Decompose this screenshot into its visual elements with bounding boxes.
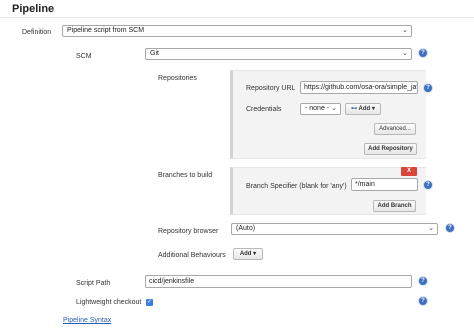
caret-down-icon: ▾: [371, 106, 375, 112]
add-branch-button[interactable]: Add Branch: [373, 200, 416, 212]
key-icon: ⊷: [351, 106, 358, 112]
repo-browser-select-value: (Auto): [236, 225, 256, 232]
scm-select[interactable]: Git ⌄: [145, 48, 412, 60]
chevron-down-icon: ⌄: [402, 50, 408, 57]
repositories-label: Repositories: [158, 75, 197, 82]
chevron-down-icon: ⌄: [402, 27, 408, 34]
additional-behaviours-label: Additional Behaviours: [158, 252, 226, 259]
credentials-select[interactable]: - none - ⌄: [300, 103, 341, 115]
add-repository-button[interactable]: Add Repository: [364, 143, 417, 155]
repo-url-label: Repository URL: [246, 85, 296, 92]
lightweight-checkout-label: Lightweight checkout: [76, 299, 142, 306]
repo-url-help-icon[interactable]: ?: [424, 84, 432, 92]
repo-browser-help-icon[interactable]: ?: [446, 224, 454, 232]
repo-browser-label: Repository browser: [158, 228, 219, 235]
scm-label: SCM: [76, 53, 92, 60]
scm-help-icon[interactable]: ?: [419, 49, 427, 57]
page-title: Pipeline: [12, 3, 55, 15]
delete-branch-button[interactable]: X: [401, 167, 417, 176]
script-path-help-icon[interactable]: ?: [419, 277, 427, 285]
lightweight-checkout-checkbox[interactable]: ✓: [146, 299, 153, 306]
definition-select-value: Pipeline script from SCM: [67, 27, 145, 34]
title-divider: [0, 17, 474, 18]
script-path-input[interactable]: cicd/jenkinsfile: [145, 275, 412, 288]
definition-label: Definition: [22, 29, 52, 36]
repo-url-input[interactable]: https://github.com/osa-ora/simple_java: [300, 81, 418, 94]
chevron-down-icon: ⌄: [428, 225, 434, 232]
pipeline-syntax-link[interactable]: Pipeline Syntax: [63, 317, 111, 324]
credentials-select-value: - none -: [305, 105, 330, 112]
additional-behaviours-add-label: Add: [239, 251, 252, 257]
branch-specifier-help-icon[interactable]: ?: [424, 181, 432, 189]
scm-select-value: Git: [150, 50, 159, 57]
advanced-button[interactable]: Advanced...: [374, 123, 416, 135]
credentials-label: Credentials: [246, 106, 282, 113]
branch-specifier-input[interactable]: */main: [351, 178, 418, 191]
branch-specifier-label: Branch Specifier (blank for 'any'): [246, 183, 347, 190]
branches-label: Branches to build: [158, 172, 213, 179]
additional-behaviours-add-button[interactable]: Add ▾: [233, 248, 263, 260]
caret-down-icon: ▾: [253, 251, 257, 257]
chevron-down-icon: ⌄: [331, 105, 337, 112]
definition-select[interactable]: Pipeline script from SCM ⌄: [62, 25, 412, 37]
repo-browser-select[interactable]: (Auto) ⌄: [231, 223, 438, 235]
script-path-label: Script Path: [76, 280, 111, 287]
credentials-add-button[interactable]: ⊷ Add ▾: [345, 103, 381, 115]
lightweight-checkout-help-icon[interactable]: ?: [419, 297, 427, 305]
credentials-add-label: Add: [358, 106, 371, 112]
